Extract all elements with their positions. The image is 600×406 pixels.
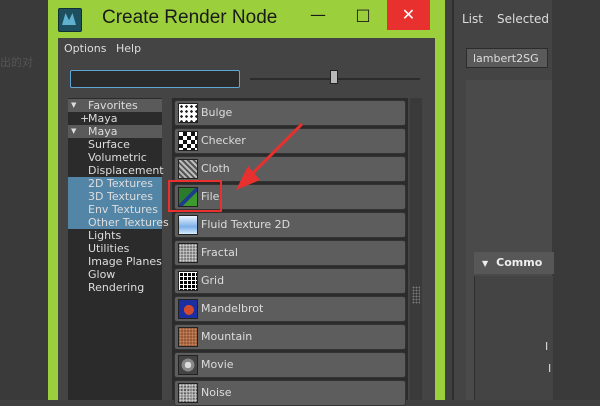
annotation-arrow-icon (236, 122, 304, 190)
